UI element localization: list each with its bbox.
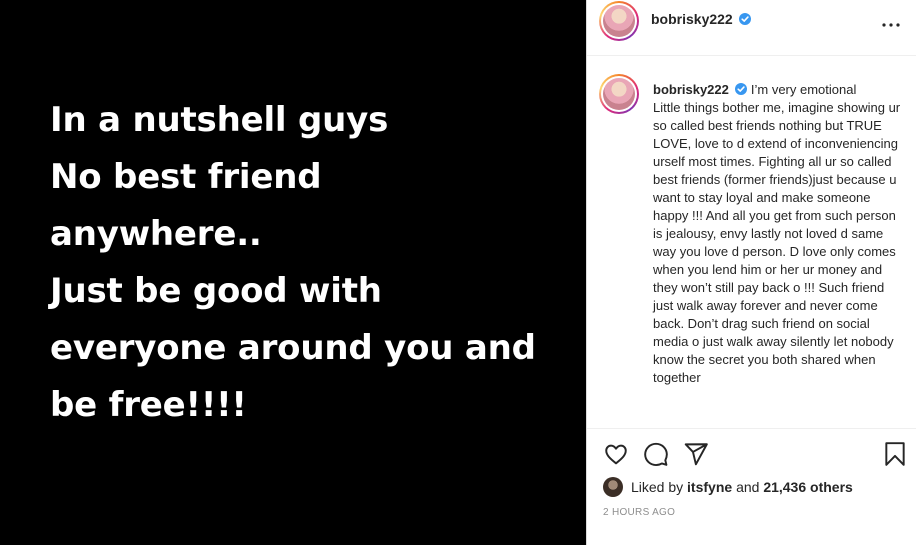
post-image-line: No best friend [50,157,322,197]
verified-badge-icon [738,13,751,25]
post-timestamp[interactable]: 2 HOURS AGO [603,507,675,518]
post-image-text: In a nutshell guys No best friend anywhe… [50,92,580,434]
post-image-line: everyone around you and [50,328,536,368]
post-side-panel: bobrisky222 bobrisky222 I’m very emotiona… [586,0,916,545]
bookmark-icon[interactable] [882,441,908,467]
share-icon[interactable] [683,441,709,467]
liker-avatar[interactable] [603,477,623,497]
likes-summary: Liked by itsfyne and 21,436 others [631,479,853,495]
author-avatar[interactable] [599,1,639,41]
post-image-line: be free!!!! [50,385,247,425]
post-image-line: Just be good with [50,271,382,311]
post-header: bobrisky222 [587,0,916,56]
caption-avatar[interactable] [599,74,639,114]
more-options-icon[interactable] [881,16,901,27]
comment-icon[interactable] [643,441,669,467]
post-image-line: In a nutshell guys [50,100,389,140]
caption-username[interactable]: bobrisky222 [653,82,729,97]
likes-prefix: Liked by [631,479,684,495]
header-username-text[interactable]: bobrisky222 [651,11,733,27]
header-username[interactable]: bobrisky222 [651,11,751,27]
post-actions: Liked by itsfyne and 21,436 others 2 HOU… [587,428,916,545]
caption: bobrisky222 I’m very emotional Little thi… [653,81,905,387]
likes-count-link[interactable]: 21,436 others [763,479,853,495]
post-image-line: anywhere.. [50,214,262,254]
verified-badge-icon [734,83,747,95]
post-image[interactable]: In a nutshell guys No best friend anywhe… [0,0,586,545]
heart-icon[interactable] [603,441,629,467]
caption-area: bobrisky222 I’m very emotional Little thi… [587,57,916,428]
likes-connector: and [736,479,760,495]
liker-username[interactable]: itsfyne [687,479,732,495]
caption-text: I’m very emotional Little things bother … [653,82,901,385]
